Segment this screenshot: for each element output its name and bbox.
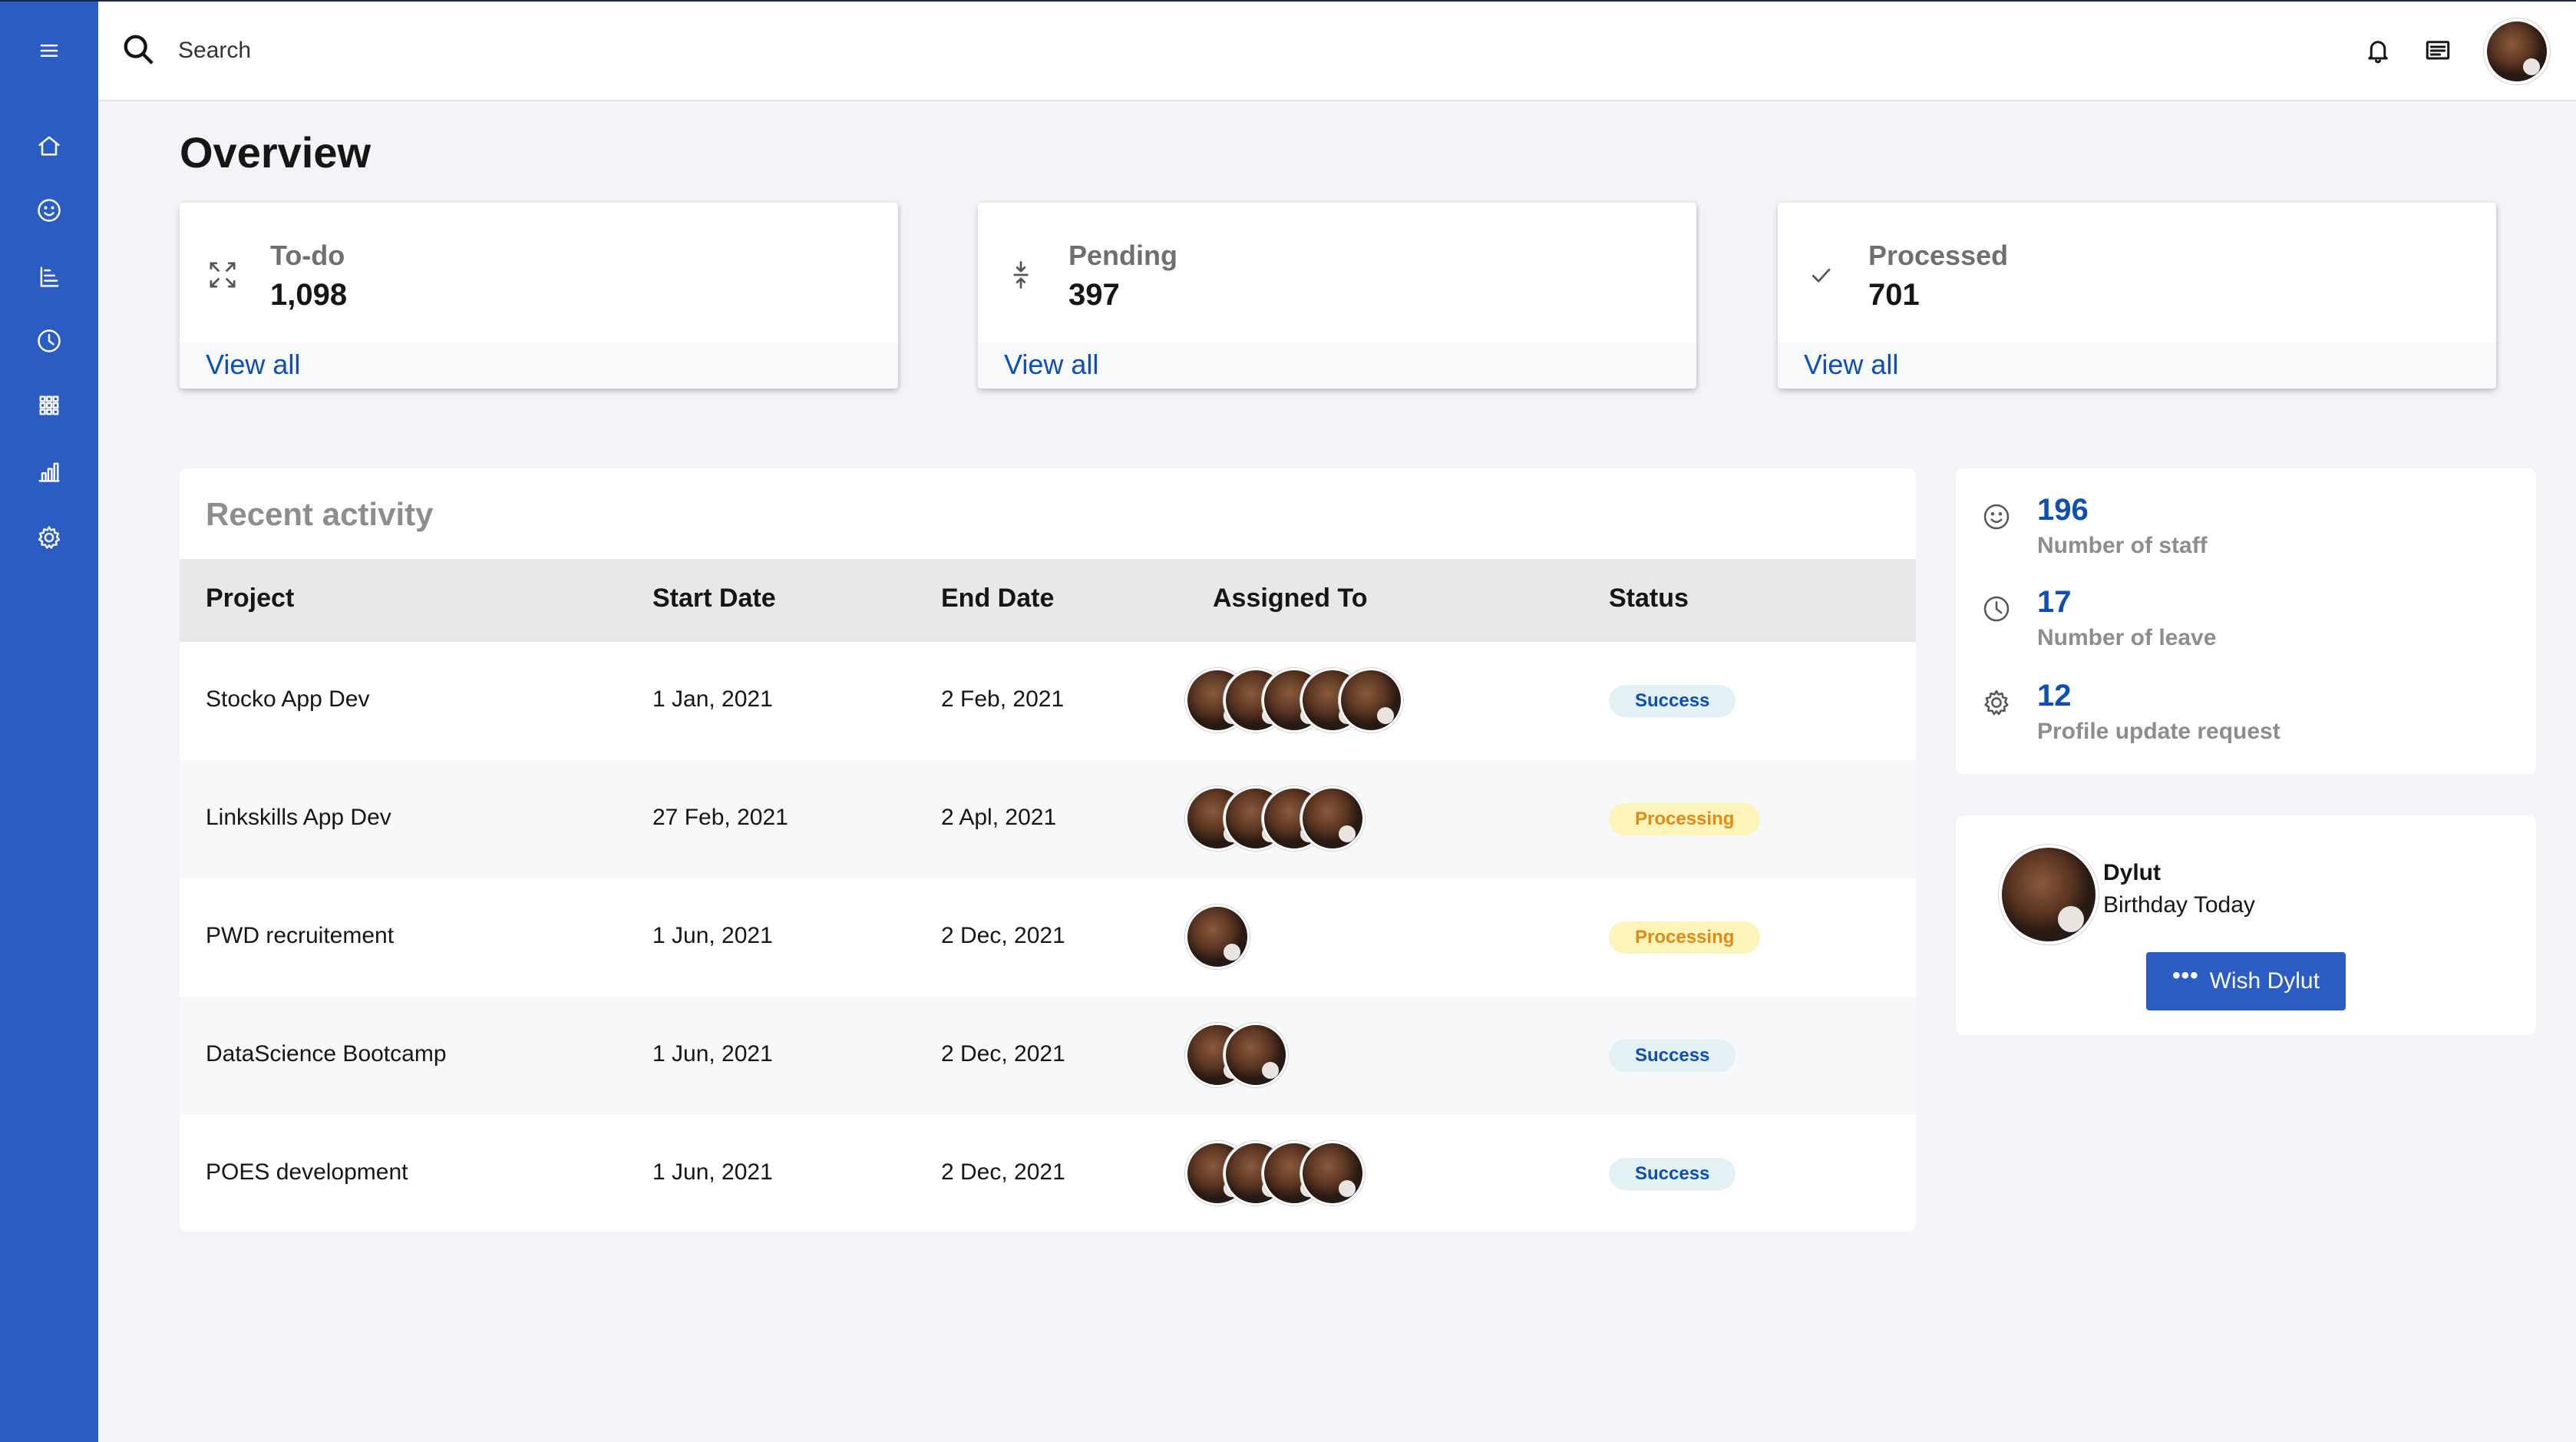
table-header: Project Start Date End Date Assigned To … <box>180 559 1916 642</box>
project-cell: Linkskills App Dev <box>206 805 391 830</box>
start-date-cell: 1 Jun, 2021 <box>652 1041 773 1067</box>
clock-icon[interactable] <box>26 318 72 364</box>
assignee-avatar[interactable] <box>1300 1141 1365 1206</box>
column-header-status[interactable]: Status <box>1609 584 1689 614</box>
checkmark-icon <box>1799 253 1842 296</box>
search-icon[interactable] <box>121 32 157 68</box>
assignee-avatars <box>1185 1141 1365 1206</box>
stat-value: 17 <box>2037 585 2072 619</box>
wish-button-label: Wish Dylut <box>2209 968 2320 994</box>
menu-icon[interactable] <box>26 28 72 74</box>
end-date-cell: 2 Feb, 2021 <box>941 686 1065 712</box>
kpi-card-processed: Processed 701 View all <box>1778 203 2496 389</box>
kpi-label: To-do <box>270 240 345 271</box>
view-all-link[interactable]: View all <box>1004 349 1098 381</box>
compress-icon <box>999 253 1042 296</box>
kpi-value: 1,098 <box>270 278 348 312</box>
birthday-avatar <box>1999 845 2099 944</box>
tree-view-icon[interactable] <box>26 253 72 299</box>
kpi-label: Processed <box>1868 240 2009 271</box>
maximize-icon <box>201 253 244 296</box>
home-icon[interactable] <box>26 123 72 169</box>
birthday-card: Dylut Birthday Today ••• Wish Dylut <box>1956 815 2536 1035</box>
project-cell: POES development <box>206 1159 408 1185</box>
wish-button[interactable]: ••• Wish Dylut <box>2146 952 2346 1010</box>
kpi-value: 397 <box>1068 278 1120 312</box>
end-date-cell: 2 Dec, 2021 <box>941 923 1065 948</box>
birthday-subtitle: Birthday Today <box>2103 892 2255 918</box>
end-date-cell: 2 Dec, 2021 <box>941 1041 1065 1067</box>
smiley-icon <box>1977 498 2016 536</box>
column-header-end-date[interactable]: End Date <box>941 584 1054 614</box>
search-input[interactable] <box>178 29 1099 72</box>
top-bar <box>98 0 2576 101</box>
stat-value: 12 <box>2037 679 2072 713</box>
column-header-start-date[interactable]: Start Date <box>652 584 776 614</box>
project-cell: Stocko App Dev <box>206 686 370 712</box>
status-badge: Processing <box>1609 803 1761 835</box>
settings-icon[interactable] <box>26 514 72 561</box>
assignee-avatars <box>1185 786 1365 851</box>
kpi-footer: View all <box>978 342 1696 389</box>
table-row[interactable]: POES development 1 Jun, 2021 2 Dec, 2021 Su… <box>180 1115 1916 1232</box>
assignee-avatar[interactable] <box>1300 786 1365 851</box>
table-row[interactable]: Linkskills App Dev 27 Feb, 2021 2 Apl, 202… <box>180 760 1916 878</box>
stat-label: Number of leave <box>2037 625 2217 650</box>
stat-label: Number of staff <box>2037 533 2208 558</box>
page-title: Overview <box>180 128 372 177</box>
birthday-name: Dylut <box>2103 860 2161 885</box>
status-badge: Processing <box>1609 921 1761 954</box>
stat-profile-requests: 12 Profile update request <box>1956 654 2536 744</box>
status-badge: Success <box>1609 1158 1736 1190</box>
start-date-cell: 1 Jun, 2021 <box>652 923 773 948</box>
clock-icon <box>1977 590 2016 628</box>
kpi-footer: View all <box>180 342 898 389</box>
user-avatar[interactable] <box>2484 18 2550 84</box>
recent-activity-table: Recent activity Project Start Date End D… <box>180 468 1916 1232</box>
stat-label: Profile update request <box>2037 719 2280 744</box>
assignee-avatars <box>1185 668 1403 733</box>
stat-leave: 17 Number of leave <box>1956 561 2536 650</box>
view-all-link[interactable]: View all <box>1804 349 1898 381</box>
view-all-link[interactable]: View all <box>206 349 300 381</box>
kpi-footer: View all <box>1778 342 2496 389</box>
start-date-cell: 27 Feb, 2021 <box>652 805 788 830</box>
table-row[interactable]: Stocko App Dev 1 Jan, 2021 2 Feb, 2021 Succ… <box>180 642 1916 760</box>
status-badge: Success <box>1609 685 1736 717</box>
assignee-avatar[interactable] <box>1224 1023 1288 1087</box>
assignee-avatars <box>1185 1023 1288 1087</box>
kpi-card-pending: Pending 397 View all <box>978 203 1696 389</box>
kpi-value: 701 <box>1868 278 1920 312</box>
settings-icon <box>1977 683 2016 722</box>
activity-title: Recent activity <box>206 496 434 532</box>
apps-grid-icon[interactable] <box>26 382 72 428</box>
column-header-assigned-to[interactable]: Assigned To <box>1213 584 1368 614</box>
status-badge: Success <box>1609 1040 1736 1072</box>
project-cell: PWD recruitement <box>206 923 395 948</box>
start-date-cell: 1 Jan, 2021 <box>652 686 773 712</box>
stat-staff: 196 Number of staff <box>1956 468 2536 558</box>
message-icon[interactable] <box>2419 32 2456 69</box>
assignee-avatar[interactable] <box>1339 668 1403 733</box>
table-row[interactable]: DataScience Bootcamp 1 Jun, 2021 2 Dec, 20… <box>180 997 1916 1115</box>
table-row[interactable]: PWD recruitement 1 Jun, 2021 2 Dec, 2021 Pr… <box>180 878 1916 997</box>
sidebar <box>0 0 98 1442</box>
stats-panel: 196 Number of staff 17 Number of leave 1… <box>1956 468 2536 774</box>
stat-value: 196 <box>2037 493 2089 527</box>
project-cell: DataScience Bootcamp <box>206 1041 447 1067</box>
bell-icon[interactable] <box>2360 32 2396 69</box>
kpi-label: Pending <box>1068 240 1177 271</box>
end-date-cell: 2 Apl, 2021 <box>941 805 1057 830</box>
column-header-project[interactable]: Project <box>206 584 294 614</box>
kpi-card-todo: To-do 1,098 View all <box>180 203 898 389</box>
start-date-cell: 1 Jun, 2021 <box>652 1159 773 1185</box>
bar-chart-icon[interactable] <box>26 448 72 494</box>
end-date-cell: 2 Dec, 2021 <box>941 1159 1065 1185</box>
smiley-icon[interactable] <box>26 187 72 233</box>
assignee-avatar[interactable] <box>1185 905 1250 969</box>
more-dots-icon: ••• <box>2172 963 2199 988</box>
assignee-avatars <box>1185 905 1250 969</box>
